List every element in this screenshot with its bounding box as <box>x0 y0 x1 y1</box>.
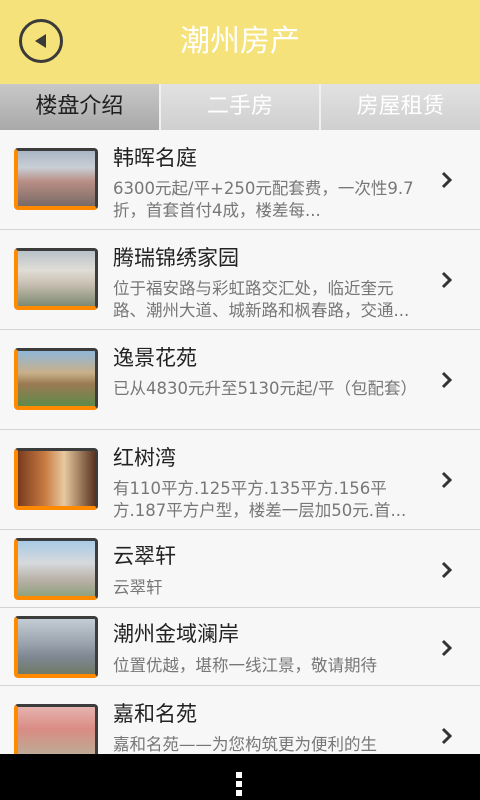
listing-description: 位于福安路与彩虹路交汇处，临近奎元路、潮州大道、城新路和枫春路，交通... <box>113 279 410 320</box>
page-title: 潮州房产 <box>180 24 300 59</box>
chevron-right-icon <box>441 271 453 289</box>
chevron-right-icon <box>441 371 453 389</box>
listing-description: 位置优越，堪称一线江景，敬请期待 <box>113 656 377 675</box>
listing-description: 云翠轩 <box>113 578 163 597</box>
listing-description: 嘉和名苑——为您构筑更为便利的生 <box>113 735 377 754</box>
list-item[interactable]: 红树湾 有110平方.125平方.135平方.156平方.187平方户型，楼差一… <box>0 430 480 530</box>
tab-property-intro[interactable]: 楼盘介绍 <box>0 84 161 130</box>
chevron-right-icon <box>441 639 453 657</box>
back-arrow-icon <box>35 34 46 48</box>
list-item[interactable]: 嘉和名苑 嘉和名苑——为您构筑更为便利的生 <box>0 686 480 754</box>
chevron-right-icon <box>441 471 453 489</box>
listing-thumbnail <box>14 538 98 600</box>
listing-title: 红树湾 <box>113 446 176 470</box>
listing-thumbnail <box>14 616 98 678</box>
listing-thumbnail <box>14 248 98 310</box>
listing-title: 嘉和名苑 <box>113 702 197 726</box>
listing-title: 韩晖名庭 <box>113 146 197 170</box>
tab-bar: 楼盘介绍 二手房 房屋租赁 <box>0 84 480 130</box>
list-item[interactable]: 逸景花苑 已从4830元升至5130元起/平（包配套） <box>0 330 480 430</box>
listing-title: 潮州金域澜岸 <box>113 622 239 646</box>
listing-description: 已从4830元升至5130元起/平（包配套） <box>113 379 418 398</box>
chevron-right-icon <box>441 171 453 189</box>
list-item[interactable]: 腾瑞锦绣家园 位于福安路与彩虹路交汇处，临近奎元路、潮州大道、城新路和枫春路，交… <box>0 230 480 330</box>
list-item[interactable]: 云翠轩 云翠轩 <box>0 530 480 608</box>
tab-second-hand[interactable]: 二手房 <box>160 84 322 130</box>
listing-title: 云翠轩 <box>113 544 176 568</box>
listing-thumbnail <box>14 448 98 510</box>
listing-title: 逸景花苑 <box>113 346 197 370</box>
chevron-right-icon <box>441 727 453 745</box>
list-item[interactable]: 韩晖名庭 6300元起/平+250元配套费，一次性9.7折，首套首付4成，楼差每… <box>0 130 480 230</box>
listing-description: 有110平方.125平方.135平方.156平方.187平方户型，楼差一层加50… <box>113 479 407 520</box>
listing-list[interactable]: 韩晖名庭 6300元起/平+250元配套费，一次性9.7折，首套首付4成，楼差每… <box>0 130 480 754</box>
chevron-right-icon <box>441 561 453 579</box>
listing-description: 6300元起/平+250元配套费，一次性9.7折，首套首付4成，楼差每... <box>113 179 414 220</box>
app-header: 潮州房产 <box>0 0 480 84</box>
back-button[interactable] <box>19 19 63 63</box>
overflow-menu-icon[interactable] <box>234 772 244 800</box>
list-item[interactable]: 潮州金域澜岸 位置优越，堪称一线江景，敬请期待 <box>0 608 480 686</box>
tab-rental[interactable]: 房屋租赁 <box>321 84 480 130</box>
listing-thumbnail <box>14 704 98 754</box>
listing-thumbnail <box>14 348 98 410</box>
listing-title: 腾瑞锦绣家园 <box>113 246 239 270</box>
listing-thumbnail <box>14 148 98 210</box>
